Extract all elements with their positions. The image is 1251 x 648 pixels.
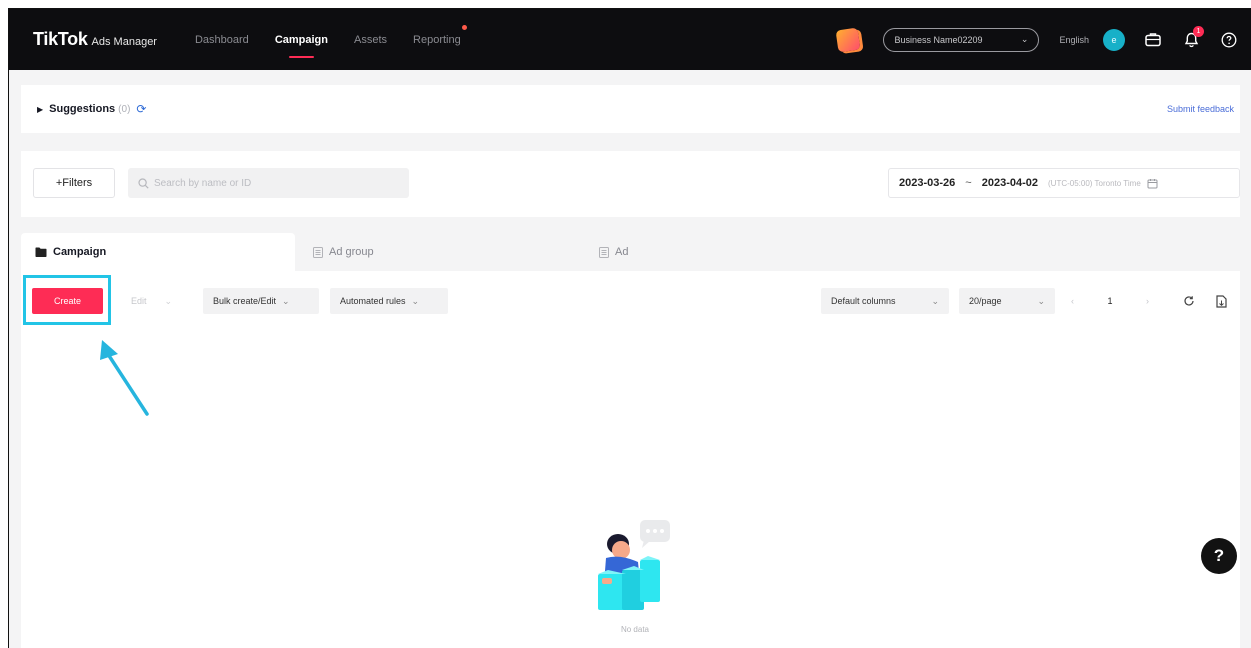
tab-ad-label: Ad bbox=[615, 246, 629, 258]
filter-bar: +Filters 2023-03-26 ~ 2023-04-02 (UTC-05… bbox=[21, 151, 1240, 217]
nav-dashboard[interactable]: Dashboard bbox=[195, 9, 249, 70]
nav-assets[interactable]: Assets bbox=[354, 9, 387, 70]
tab-ad[interactable]: Ad bbox=[577, 233, 628, 271]
next-page-icon[interactable]: › bbox=[1146, 296, 1149, 306]
empty-state-text: No data bbox=[620, 625, 650, 634]
adgroup-icon bbox=[313, 246, 323, 258]
date-separator: ~ bbox=[965, 177, 972, 189]
main-nav: Dashboard Campaign Assets Reporting bbox=[195, 9, 487, 70]
expand-caret-icon[interactable]: ▶ bbox=[37, 105, 43, 114]
avatar[interactable]: e bbox=[1103, 28, 1125, 51]
search-box bbox=[128, 168, 409, 198]
bell-icon[interactable]: 1 bbox=[1181, 25, 1204, 50]
tiktok-wordmark: TikTok bbox=[33, 29, 88, 49]
question-mark-icon: ? bbox=[1213, 546, 1225, 565]
top-navigation-bar: TikTok Ads Manager Dashboard Campaign As… bbox=[9, 9, 1251, 70]
edit-dropdown[interactable]: Edit ⌄ bbox=[121, 288, 185, 314]
tab-ad-group-label: Ad group bbox=[329, 246, 374, 258]
export-icon[interactable] bbox=[1209, 288, 1233, 314]
date-end: 2023-04-02 bbox=[981, 177, 1038, 189]
page-size-label: 20/page bbox=[969, 296, 1002, 306]
suggestions-title[interactable]: Suggestions bbox=[49, 103, 115, 115]
folder-icon bbox=[35, 247, 47, 257]
briefcase-icon[interactable] bbox=[1143, 30, 1163, 50]
columns-dropdown[interactable]: Default columns ⌄ bbox=[821, 288, 949, 314]
search-icon bbox=[138, 177, 149, 189]
account-selector[interactable]: Business Name02209 ⌄ bbox=[883, 27, 1040, 52]
bulk-create-edit-dropdown[interactable]: Bulk create/Edit ⌄ bbox=[203, 288, 319, 314]
chevron-down-icon: ⌄ bbox=[164, 295, 173, 306]
page-size-dropdown[interactable]: 20/page ⌄ bbox=[959, 288, 1055, 314]
filters-button[interactable]: +Filters bbox=[33, 168, 115, 198]
empty-state-illustration bbox=[598, 520, 670, 610]
tab-campaign-label: Campaign bbox=[53, 246, 107, 258]
avatar-initial: e bbox=[1111, 34, 1117, 45]
current-page[interactable]: 1 bbox=[1107, 296, 1112, 306]
nav-reporting-label: Reporting bbox=[413, 33, 461, 46]
prev-page-icon[interactable]: ‹ bbox=[1071, 296, 1074, 306]
tab-ad-group[interactable]: Ad group bbox=[295, 233, 577, 271]
refresh-icon[interactable]: ⟳ bbox=[136, 102, 146, 116]
submit-feedback-link[interactable]: Submit feedback bbox=[1167, 104, 1234, 114]
refresh-icon[interactable] bbox=[1177, 288, 1201, 314]
calendar-icon bbox=[1147, 178, 1158, 188]
topbar-right-tools: Business Name02209 ⌄ English e 1 bbox=[836, 9, 1239, 70]
promo-icon[interactable] bbox=[836, 27, 861, 52]
chevron-down-icon: ⌄ bbox=[282, 295, 290, 306]
account-chevron-icon: ⌄ bbox=[1020, 34, 1029, 44]
help-circle-icon[interactable] bbox=[1219, 30, 1239, 50]
bulk-label: Bulk create/Edit bbox=[213, 296, 277, 306]
date-range-picker[interactable]: 2023-03-26 ~ 2023-04-02 (UTC-05:00) Toro… bbox=[888, 168, 1240, 198]
chevron-down-icon: ⌄ bbox=[1037, 295, 1045, 306]
edit-label: Edit bbox=[131, 296, 147, 306]
ad-icon bbox=[599, 246, 609, 258]
chevron-down-icon: ⌄ bbox=[931, 295, 939, 306]
entity-tabs: Campaign Ad group Ad bbox=[21, 233, 1240, 271]
notification-badge: 1 bbox=[1193, 25, 1204, 37]
tab-campaign[interactable]: Campaign bbox=[21, 233, 295, 271]
reporting-new-dot bbox=[461, 25, 467, 30]
columns-label: Default columns bbox=[831, 296, 896, 306]
brand-logo[interactable]: TikTok Ads Manager bbox=[33, 29, 157, 50]
rules-label: Automated rules bbox=[340, 296, 406, 306]
language-switcher[interactable]: English bbox=[1059, 35, 1089, 45]
ads-manager-label: Ads Manager bbox=[91, 36, 157, 48]
automated-rules-dropdown[interactable]: Automated rules ⌄ bbox=[330, 288, 448, 314]
date-start: 2023-03-26 bbox=[899, 177, 956, 189]
suggestions-panel: ▶ Suggestions (0) ⟳ Submit feedback bbox=[21, 85, 1240, 133]
create-button[interactable]: Create bbox=[32, 288, 103, 314]
help-fab-button[interactable]: ? bbox=[1201, 538, 1237, 574]
chevron-down-icon: ⌄ bbox=[411, 295, 420, 306]
timezone-label: (UTC-05:00) Toronto Time bbox=[1048, 178, 1141, 188]
account-name: Business Name02209 bbox=[894, 34, 983, 45]
nav-reporting[interactable]: Reporting bbox=[413, 9, 467, 70]
suggestions-count: (0) bbox=[118, 103, 131, 115]
nav-campaign[interactable]: Campaign bbox=[275, 9, 328, 70]
search-input[interactable] bbox=[154, 177, 394, 189]
pointer-arrow-icon bbox=[100, 340, 149, 416]
pagination: ‹ 1 › bbox=[1063, 288, 1157, 314]
table-toolbar: Create Edit ⌄ Bulk create/Edit ⌄ Automat… bbox=[21, 271, 1240, 325]
